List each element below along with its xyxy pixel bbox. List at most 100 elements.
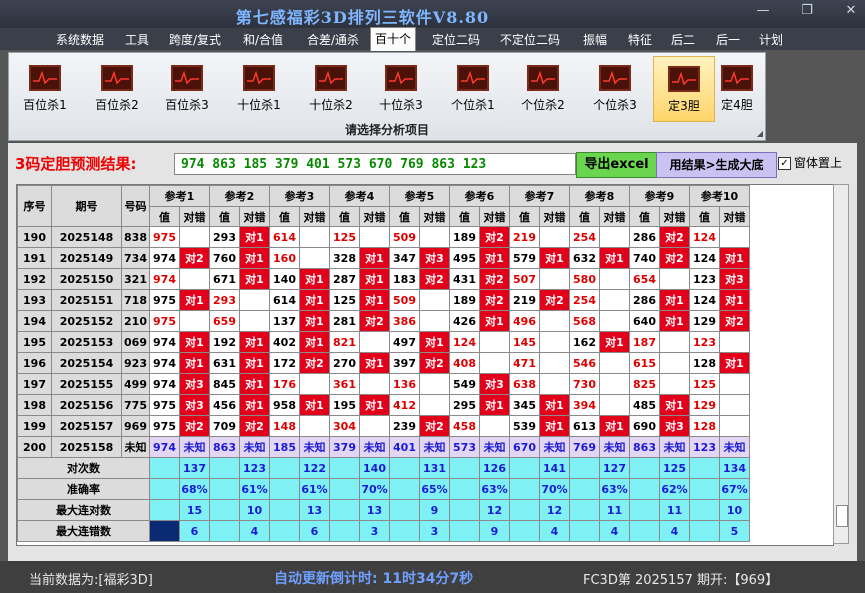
value-cell: 690: [629, 415, 660, 437]
table-row: 197 2025155 499 974 对3 845 对1 176 361 136 549 对3 638…: [17, 373, 750, 395]
period-cell: 2025155: [51, 373, 122, 395]
value-cell: 975: [149, 310, 180, 332]
ribbon-button-label: 定3胆: [668, 99, 700, 113]
result-cell: [599, 373, 630, 395]
ribbon-expand-icon[interactable]: ◢: [757, 129, 763, 138]
menu-tab[interactable]: 特征: [622, 30, 658, 50]
value-cell: 546: [569, 352, 600, 374]
value-cell: 412: [389, 394, 420, 416]
stat-spacer: [389, 499, 420, 521]
result-cell: 对1: [419, 331, 450, 353]
stat-value: 6: [179, 520, 210, 542]
ribbon-button[interactable]: 定3胆: [653, 56, 715, 122]
menu-tab[interactable]: 振幅: [577, 30, 613, 50]
ribbon-button[interactable]: 个位杀2: [513, 56, 573, 120]
value-cell: 958: [269, 394, 300, 416]
result-cell: 对1: [359, 289, 390, 311]
value-cell: 821: [329, 331, 360, 353]
result-cell: 对1: [239, 373, 270, 395]
export-excel-button[interactable]: 导出excel: [576, 152, 657, 178]
ribbon-button[interactable]: 十位杀1: [229, 56, 289, 120]
period-cell: 2025150: [51, 268, 122, 290]
stat-spacer: [269, 478, 300, 500]
period-cell: 2025157: [51, 415, 122, 437]
value-cell: 124: [689, 226, 720, 248]
result-cell: 对1: [179, 289, 210, 311]
stat-value: 63%: [479, 478, 510, 500]
result-cell: [179, 310, 210, 332]
menu-tab[interactable]: 百十个: [370, 27, 416, 51]
stat-value: 68%: [179, 478, 210, 500]
main-panel: 3码定胆预测结果: 974 863 185 379 401 573 670 76…: [8, 143, 857, 561]
minimize-icon[interactable]: —: [752, 3, 774, 18]
chart-icon: [101, 65, 133, 91]
ribbon-button[interactable]: 百位杀3: [157, 56, 217, 120]
menu-tab[interactable]: 和/合值: [238, 30, 288, 50]
period-cell: 2025154: [51, 352, 122, 374]
stat-value: 62%: [659, 478, 690, 500]
result-cell: [299, 373, 330, 395]
ribbon-button[interactable]: 十位杀3: [371, 56, 431, 120]
stat-value: 70%: [359, 478, 390, 500]
number-cell: 838: [121, 226, 150, 248]
value-cell: 386: [389, 310, 420, 332]
menu-tab[interactable]: 系统数据: [53, 30, 107, 50]
menu-tab[interactable]: 合差/通杀: [300, 30, 366, 50]
result-cell: [659, 373, 690, 395]
menu-tab[interactable]: 后二: [665, 30, 701, 50]
result-cell: [539, 226, 570, 248]
result-cell: 对1: [299, 268, 330, 290]
prediction-result-field[interactable]: 974 863 185 379 401 573 670 769 863 123: [174, 153, 576, 175]
value-cell: 509: [389, 289, 420, 311]
scrollbar-thumb[interactable]: [836, 505, 848, 527]
stat-value: 12: [479, 499, 510, 521]
result-cell: 对1: [359, 247, 390, 269]
vertical-scrollbar[interactable]: [833, 184, 849, 544]
value-cell: 137: [269, 310, 300, 332]
chart-icon: [599, 65, 631, 91]
stat-value: 3: [359, 520, 390, 542]
menu-tab[interactable]: 后一: [710, 30, 746, 50]
table-row: 190 2025148 838 975 293 对1 614 125 509 189 对2 219 25…: [17, 226, 750, 248]
ribbon-button[interactable]: 百位杀1: [15, 56, 75, 120]
result-cell: [479, 352, 510, 374]
stat-value: 11: [599, 499, 630, 521]
result-cell: [659, 352, 690, 374]
result-cell: 对1: [359, 352, 390, 374]
close-icon[interactable]: ✕: [840, 3, 862, 18]
ribbon-button[interactable]: 个位杀3: [585, 56, 645, 120]
stat-spacer: [329, 457, 360, 479]
value-cell: 125: [329, 289, 360, 311]
value-cell: 189: [449, 289, 480, 311]
result-cell: 对1: [179, 331, 210, 353]
seq-cell: 192: [17, 268, 52, 290]
result-cell: 对1: [299, 394, 330, 416]
number-cell: 718: [121, 289, 150, 311]
stat-spacer: [509, 457, 540, 479]
result-cell: 对2: [419, 268, 450, 290]
result-cell: 对3: [479, 373, 510, 395]
menu-tab[interactable]: 工具: [120, 30, 154, 50]
data-grid[interactable]: 序号 期号 号码 参考1 参考2 参考3 参考4 参考5 参考6 参考7 参考8 参考9 参考10 值对错…: [16, 184, 834, 546]
stat-spacer: [209, 478, 240, 500]
ribbon-button[interactable]: 百位杀2: [87, 56, 147, 120]
value-cell: 172: [269, 352, 300, 374]
value-cell: 631: [209, 352, 240, 374]
ribbon-button[interactable]: 个位杀1: [443, 56, 503, 120]
result-cell: [359, 415, 390, 437]
result-cell: [179, 268, 210, 290]
menu-tab[interactable]: 计划: [756, 30, 786, 50]
topmost-checkbox[interactable]: ✓: [778, 157, 791, 170]
menu-tab[interactable]: 跨度/复式: [163, 30, 227, 50]
stat-value: 13: [299, 499, 330, 521]
generate-base-button[interactable]: 用结果>生成大底: [656, 152, 777, 178]
menu-tab[interactable]: 不定位二码: [496, 30, 564, 50]
value-cell: 219: [509, 226, 540, 248]
number-cell: 069: [121, 331, 150, 353]
value-cell: 123: [689, 331, 720, 353]
maximize-icon[interactable]: ❐: [796, 3, 818, 18]
ribbon-button[interactable]: 定4胆: [712, 56, 762, 120]
value-cell: 136: [389, 373, 420, 395]
ribbon-button[interactable]: 十位杀2: [301, 56, 361, 120]
menu-tab[interactable]: 定位二码: [428, 30, 484, 50]
